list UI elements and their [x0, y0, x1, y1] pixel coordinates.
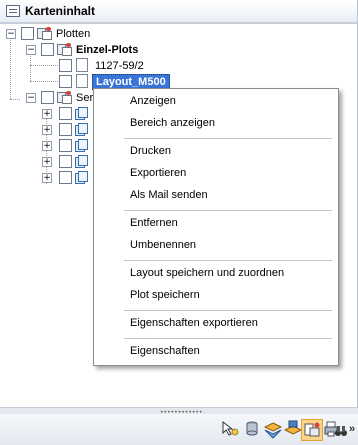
tree-node-einzel-plots[interactable]: − Einzel-Plots — [0, 42, 160, 58]
expand-toggle[interactable]: + — [42, 141, 52, 151]
tree-node-series-item[interactable]: + — [0, 138, 90, 154]
binoculars-icon[interactable] — [334, 424, 348, 441]
visibility-checkbox[interactable] — [59, 59, 72, 72]
cursor-icon[interactable] — [220, 419, 240, 439]
series-icon — [75, 107, 88, 120]
menu-item-plot-speichern[interactable]: Plot speichern — [95, 285, 337, 307]
tree-node-series-item[interactable]: + — [0, 170, 90, 186]
menu-item-label: Als Mail senden — [130, 189, 208, 201]
menu-item-label: Eigenschaften — [130, 345, 200, 357]
plot-folder-icon — [57, 43, 72, 56]
menu-item-entfernen[interactable]: Entfernen — [95, 213, 337, 235]
menu-item-drucken[interactable]: Drucken — [95, 141, 337, 163]
menu-item-label: Eigenschaften exportieren — [130, 317, 258, 329]
plot-folder-icon — [37, 27, 52, 40]
layers-icon[interactable] — [263, 419, 283, 439]
plot-icon[interactable] — [301, 419, 323, 441]
visibility-checkbox[interactable] — [59, 155, 72, 168]
menu-item-umbenennen[interactable]: Umbenennen — [95, 235, 337, 257]
menu-item-eigenschaften-exportieren[interactable]: Eigenschaften exportieren — [95, 313, 337, 335]
visibility-checkbox[interactable] — [41, 43, 54, 56]
series-icon — [75, 155, 88, 168]
visibility-checkbox[interactable] — [59, 75, 72, 88]
visibility-checkbox[interactable] — [41, 91, 54, 104]
menu-item-layout-speichern[interactable]: Layout speichern und zuordnen — [95, 263, 337, 285]
plot-folder-icon — [57, 91, 72, 104]
visibility-checkbox[interactable] — [59, 139, 72, 152]
tree-node-label: Plotten — [56, 28, 91, 40]
menu-item-label: Bereich anzeigen — [130, 117, 216, 129]
visibility-checkbox[interactable] — [59, 107, 72, 120]
overflow-chevron-icon[interactable]: » — [349, 423, 355, 435]
tree-node-series-item[interactable]: + — [0, 122, 90, 138]
menu-item-als-mail-senden[interactable]: Als Mail senden — [95, 185, 337, 207]
visibility-checkbox[interactable] — [59, 123, 72, 136]
tree-node-plot-item[interactable]: 1127-59/2 — [0, 58, 160, 74]
panel-titlebar: Karteninhalt — [0, 0, 357, 23]
menu-separator — [124, 338, 332, 339]
menu-item-anzeigen[interactable]: Anzeigen — [95, 91, 337, 113]
collapse-toggle[interactable]: − — [26, 45, 36, 55]
menu-separator — [124, 310, 332, 311]
panel-title: Karteninhalt — [25, 4, 96, 18]
menu-item-label: Exportieren — [130, 167, 187, 179]
menu-separator — [124, 138, 332, 139]
expand-toggle[interactable]: + — [42, 109, 52, 119]
menu-separator — [124, 210, 332, 211]
context-menu: Anzeigen Bereich anzeigen Drucken Export… — [93, 88, 339, 366]
menu-item-label: Entfernen — [130, 217, 178, 229]
menu-item-label: Plot speichern — [130, 289, 200, 301]
panel-list-icon — [6, 5, 20, 17]
menu-item-exportieren[interactable]: Exportieren — [95, 163, 337, 185]
expand-toggle[interactable]: + — [42, 173, 52, 183]
tree-node-series-item[interactable]: + — [0, 154, 90, 170]
collapse-toggle[interactable]: − — [26, 93, 36, 103]
menu-item-label: Umbenennen — [130, 239, 197, 251]
document-icon — [76, 58, 88, 72]
collapse-toggle[interactable]: − — [6, 29, 16, 39]
document-icon — [76, 74, 88, 88]
menu-item-label: Drucken — [130, 145, 171, 157]
bottom-toolbar: » — [0, 414, 358, 445]
menu-item-label: Layout speichern und zuordnen — [130, 267, 285, 279]
menu-item-label: Anzeigen — [130, 95, 176, 107]
expand-toggle[interactable]: + — [42, 157, 52, 167]
menu-separator — [124, 260, 332, 261]
database-icon[interactable] — [242, 419, 262, 439]
visibility-checkbox[interactable] — [21, 27, 34, 40]
expand-toggle[interactable]: + — [42, 125, 52, 135]
series-icon — [75, 123, 88, 136]
series-icon — [75, 171, 88, 184]
menu-item-bereich-anzeigen[interactable]: Bereich anzeigen — [95, 113, 337, 135]
layer-edit-icon[interactable] — [283, 419, 303, 439]
tree-node-label: 1127-59/2 — [95, 60, 144, 72]
tree-node-series-item[interactable]: + — [0, 106, 90, 122]
tree-node-label: Einzel-Plots — [76, 44, 139, 56]
visibility-checkbox[interactable] — [59, 171, 72, 184]
menu-item-eigenschaften[interactable]: Eigenschaften — [95, 341, 337, 363]
tree-node-plotten[interactable]: − Plotten — [0, 26, 120, 42]
series-icon — [75, 139, 88, 152]
